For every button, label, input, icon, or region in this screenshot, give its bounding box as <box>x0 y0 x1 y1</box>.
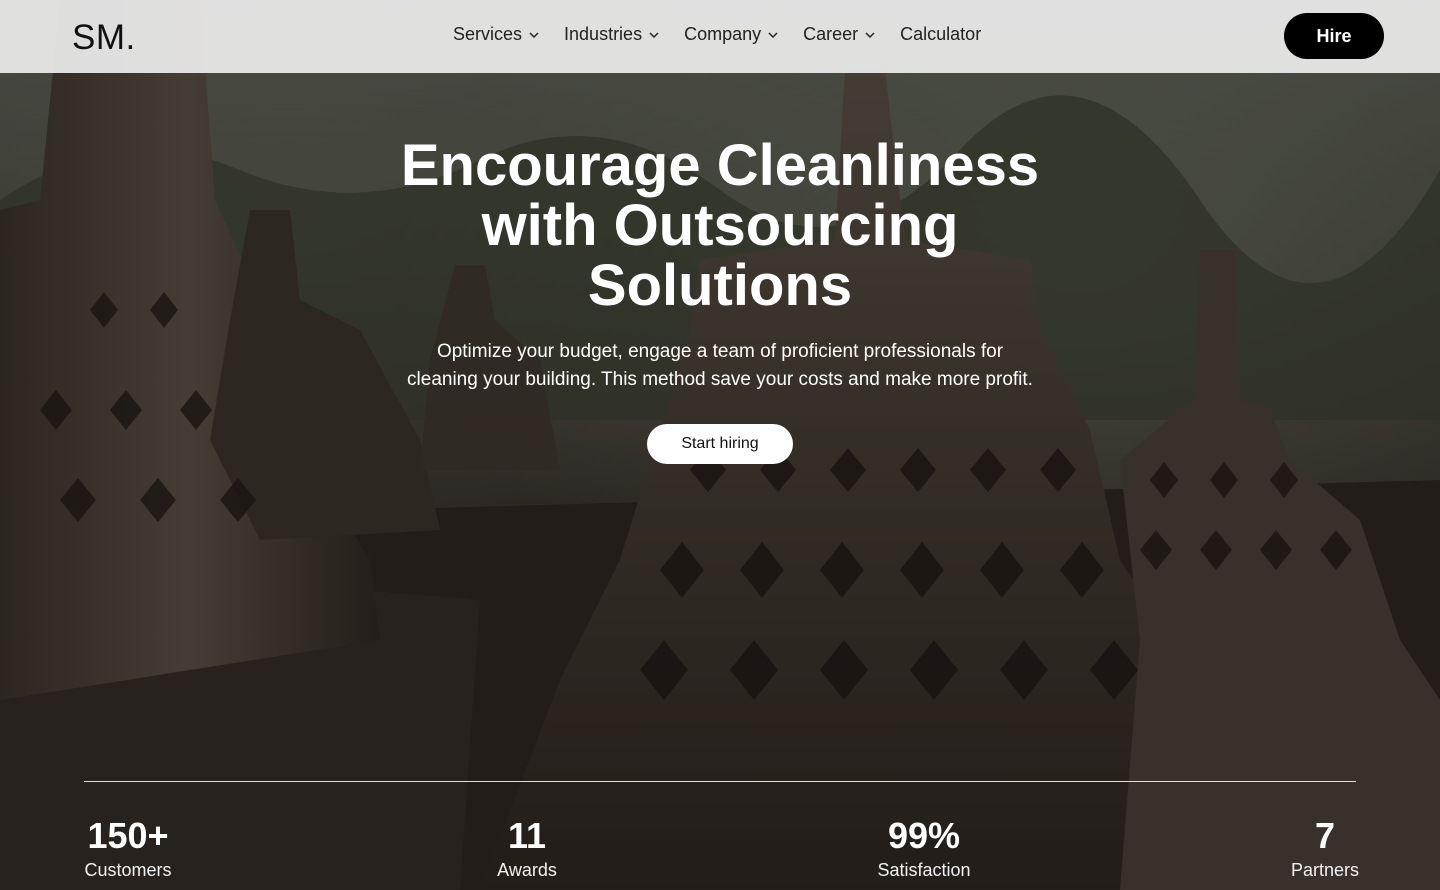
chevron-down-icon <box>865 31 875 38</box>
hero-subtitle-line: Optimize your budget, engage a team of p… <box>436 341 1004 362</box>
nav-item-services[interactable]: Services <box>453 24 540 45</box>
start-hiring-button[interactable]: Start hiring <box>647 424 793 464</box>
nav-label: Services <box>453 24 523 44</box>
chevron-down-icon <box>768 31 778 38</box>
nav-item-industries[interactable]: Industries <box>564 24 660 45</box>
stats-divider <box>84 781 1356 782</box>
main-nav: Services Industries Company Career Calcu… <box>453 24 1005 45</box>
stat-label: Awards <box>497 860 557 880</box>
stat-label: Satisfaction <box>877 860 971 880</box>
hire-button[interactable]: Hire <box>1284 13 1384 59</box>
stat-partners: 7 Partners <box>1285 815 1365 881</box>
hero-subtitle: Optimize your budget, engage a team of p… <box>360 338 1080 394</box>
hero-title-line: Encourage Cleanliness <box>400 133 1040 198</box>
nav-label: Industries <box>564 24 643 44</box>
nav-label: Career <box>803 24 859 44</box>
site-logo[interactable]: SM. <box>72 18 136 58</box>
stat-label: Partners <box>1290 860 1360 880</box>
hero-title: Encourage Cleanliness with Outsourcing S… <box>320 136 1120 316</box>
hero-title-line: Solutions <box>587 253 853 318</box>
nav-label: Calculator <box>900 24 982 44</box>
hero-title-line: with Outsourcing <box>481 193 959 258</box>
stat-label: Customers <box>84 860 172 880</box>
stat-customers: 150+ Customers <box>78 815 178 881</box>
chevron-down-icon <box>529 31 539 38</box>
nav-item-calculator[interactable]: Calculator <box>900 24 981 45</box>
nav-label: Company <box>684 24 762 44</box>
nav-item-company[interactable]: Company <box>684 24 779 45</box>
stat-value: 150+ <box>87 815 169 856</box>
nav-item-career[interactable]: Career <box>803 24 876 45</box>
stat-value: 11 <box>507 815 547 856</box>
chevron-down-icon <box>649 31 659 38</box>
stat-awards: 11 Awards <box>477 815 577 881</box>
stat-value: 7 <box>1314 815 1336 856</box>
stat-satisfaction: 99% Satisfaction <box>869 815 979 881</box>
site-header: SM. Services Industries Company Career C… <box>0 0 1440 73</box>
hero-subtitle-line: cleaning your building. This method save… <box>407 369 1033 390</box>
stat-value: 99% <box>887 815 961 856</box>
